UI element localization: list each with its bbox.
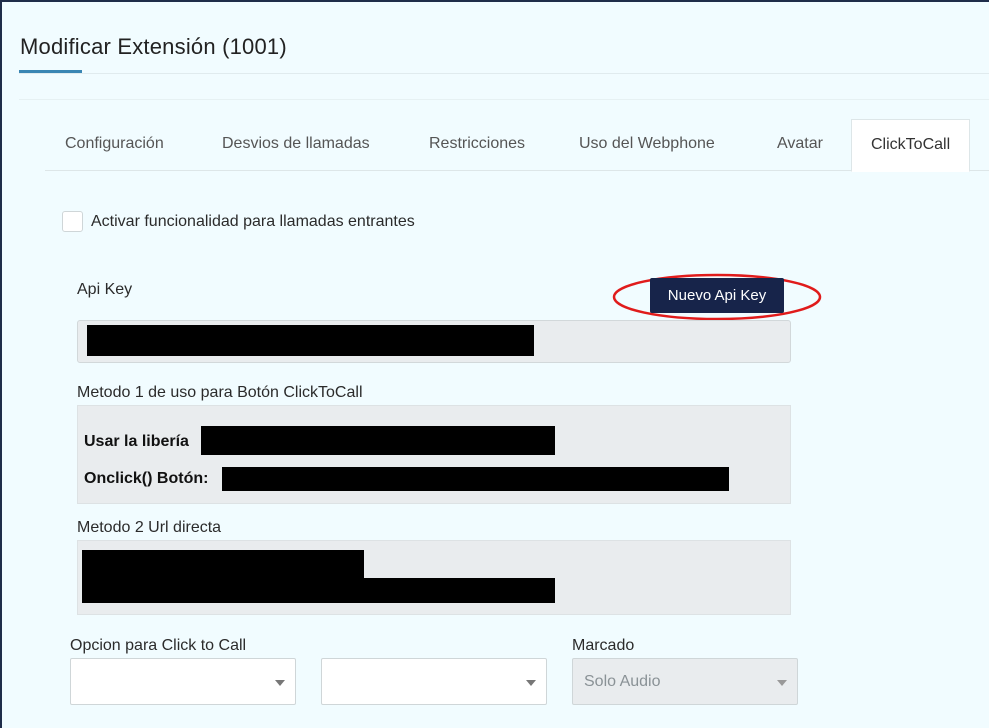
dialing-select-value: Solo Audio — [584, 673, 661, 690]
page-header: Modificar Extensión (1001) — [20, 34, 287, 60]
option-select-2[interactable] — [321, 658, 547, 705]
method2-label: Metodo 2 Url directa — [77, 519, 222, 536]
option-label: Opcion para Click to Call — [70, 637, 247, 654]
dialing-select: Solo Audio — [572, 658, 798, 705]
chevron-down-icon — [526, 680, 536, 686]
header-divider — [19, 73, 989, 74]
tab-avatar[interactable]: Avatar — [777, 119, 823, 171]
dialing-label: Marcado — [572, 637, 635, 654]
window-top-border — [0, 0, 989, 2]
chevron-down-icon — [275, 680, 285, 686]
enable-incoming-checkbox[interactable] — [62, 211, 83, 232]
method1-onclick-label: Onclick() Botón: — [84, 470, 209, 487]
window-left-border — [0, 0, 2, 728]
enable-incoming-row: Activar funcionalidad para llamadas entr… — [62, 211, 415, 232]
tab-restricciones[interactable]: Restricciones — [429, 119, 525, 171]
redacted-url-line2 — [82, 578, 555, 603]
method1-library-label: Usar la libería — [84, 433, 189, 450]
redacted-url-line1 — [82, 550, 364, 579]
method1-code-box: Usar la libería Onclick() Botón: — [77, 405, 791, 504]
tab-desvios-de-llamadas[interactable]: Desvios de llamadas — [222, 119, 370, 171]
redacted-onclick-code — [222, 467, 729, 491]
page-title: Modificar Extensión (1001) — [20, 34, 287, 59]
option-select-1[interactable] — [70, 658, 296, 705]
tab-uso-del-webphone[interactable]: Uso del Webphone — [579, 119, 715, 171]
api-key-label: Api Key — [77, 281, 133, 298]
redacted-api-key — [87, 325, 534, 356]
chevron-down-icon — [777, 680, 787, 686]
tab-clicktocall[interactable]: ClickToCall — [851, 119, 971, 172]
tab-bar: Configuración Desvios de llamadas Restri… — [45, 119, 989, 172]
method1-label: Metodo 1 de uso para Botón ClickToCall — [77, 384, 363, 401]
api-key-field[interactable] — [77, 320, 791, 363]
redacted-library-code — [201, 426, 555, 455]
tab-configuracion[interactable]: Configuración — [65, 119, 164, 171]
new-api-key-button[interactable]: Nuevo Api Key — [650, 278, 784, 313]
enable-incoming-label[interactable]: Activar funcionalidad para llamadas entr… — [91, 213, 415, 231]
header-divider-secondary — [19, 99, 989, 100]
method2-url-box — [77, 540, 791, 615]
